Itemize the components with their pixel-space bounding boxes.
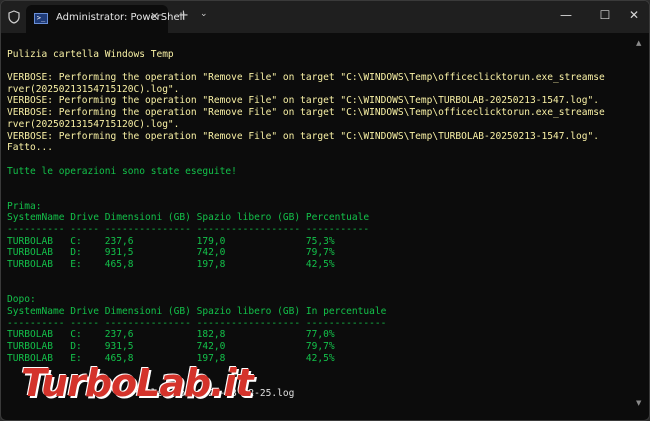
shield-icon xyxy=(8,10,20,24)
terminal-line: VERBOSE: Performing the operation "Remov… xyxy=(7,95,600,107)
new-tab-button[interactable]: + xyxy=(178,8,189,23)
terminal-line: VERBOSE: Performing the operation "Remov… xyxy=(7,72,605,84)
terminal-line: rver(20250213154715120C).log". xyxy=(7,83,180,95)
terminal-line: Prima: xyxy=(7,200,42,212)
terminal-line: Dopo: xyxy=(7,294,36,306)
terminal-line: TURBOLAB D: 931,5 742,0 79,7% xyxy=(7,340,335,352)
terminal-line: VERBOSE: Performing the operation "Remov… xyxy=(7,130,600,142)
terminal-line: VERBOSE: Performing the operation "Remov… xyxy=(7,107,605,119)
terminal-line: TURBOLAB C: 237,6 179,0 75,3% xyxy=(7,235,335,247)
terminal-line: Pulizia cartella Windows Temp xyxy=(7,48,174,60)
terminal-line: TURBOLAB C: 237,6 182,8 77,0% xyxy=(7,329,335,341)
terminal-line: SystemName Drive Dimensioni (GB) Spazio … xyxy=(7,212,370,224)
title-bar: >_ Administrator: PowerShell ✕ + ⌄ — ☐ ✕ xyxy=(1,1,649,33)
watermark-text: TurboLab.it xyxy=(21,361,254,405)
terminal-output[interactable]: Pulizia cartella Windows Temp VERBOSE: Pe… xyxy=(7,37,627,411)
terminal-line: TURBOLAB D: 931,5 742,0 79,7% xyxy=(7,247,335,259)
terminal-line: Fatto... xyxy=(7,142,53,154)
tab-powershell[interactable]: >_ Administrator: PowerShell ✕ xyxy=(26,5,185,33)
close-button[interactable]: ✕ xyxy=(617,1,649,29)
minimize-button[interactable]: — xyxy=(549,1,583,29)
terminal-window: >_ Administrator: PowerShell ✕ + ⌄ — ☐ ✕… xyxy=(0,0,650,421)
terminal-line: TURBOLAB E: 465,8 197,8 42,5% xyxy=(7,259,335,271)
watermark-logo: TurboLab.it xyxy=(21,361,254,413)
tab-title: Administrator: PowerShell xyxy=(56,12,186,23)
chevron-down-icon[interactable]: ⌄ xyxy=(200,9,208,19)
terminal-line: SystemName Drive Dimensioni (GB) Spazio … xyxy=(7,305,387,317)
scroll-down-icon[interactable]: ▼ xyxy=(636,399,641,407)
scroll-up-icon[interactable]: ▲ xyxy=(636,39,641,47)
powershell-icon: >_ xyxy=(34,13,48,24)
terminal-line: rver(20250213154715120C).log". xyxy=(7,118,180,130)
terminal-line: ---------- ----- --------------- -------… xyxy=(7,224,370,235)
tab-close-icon[interactable]: ✕ xyxy=(150,10,159,23)
terminal-line: ---------- ----- --------------- -------… xyxy=(7,317,387,329)
terminal-line: Tutte le operazioni sono state eseguite! xyxy=(7,165,237,177)
